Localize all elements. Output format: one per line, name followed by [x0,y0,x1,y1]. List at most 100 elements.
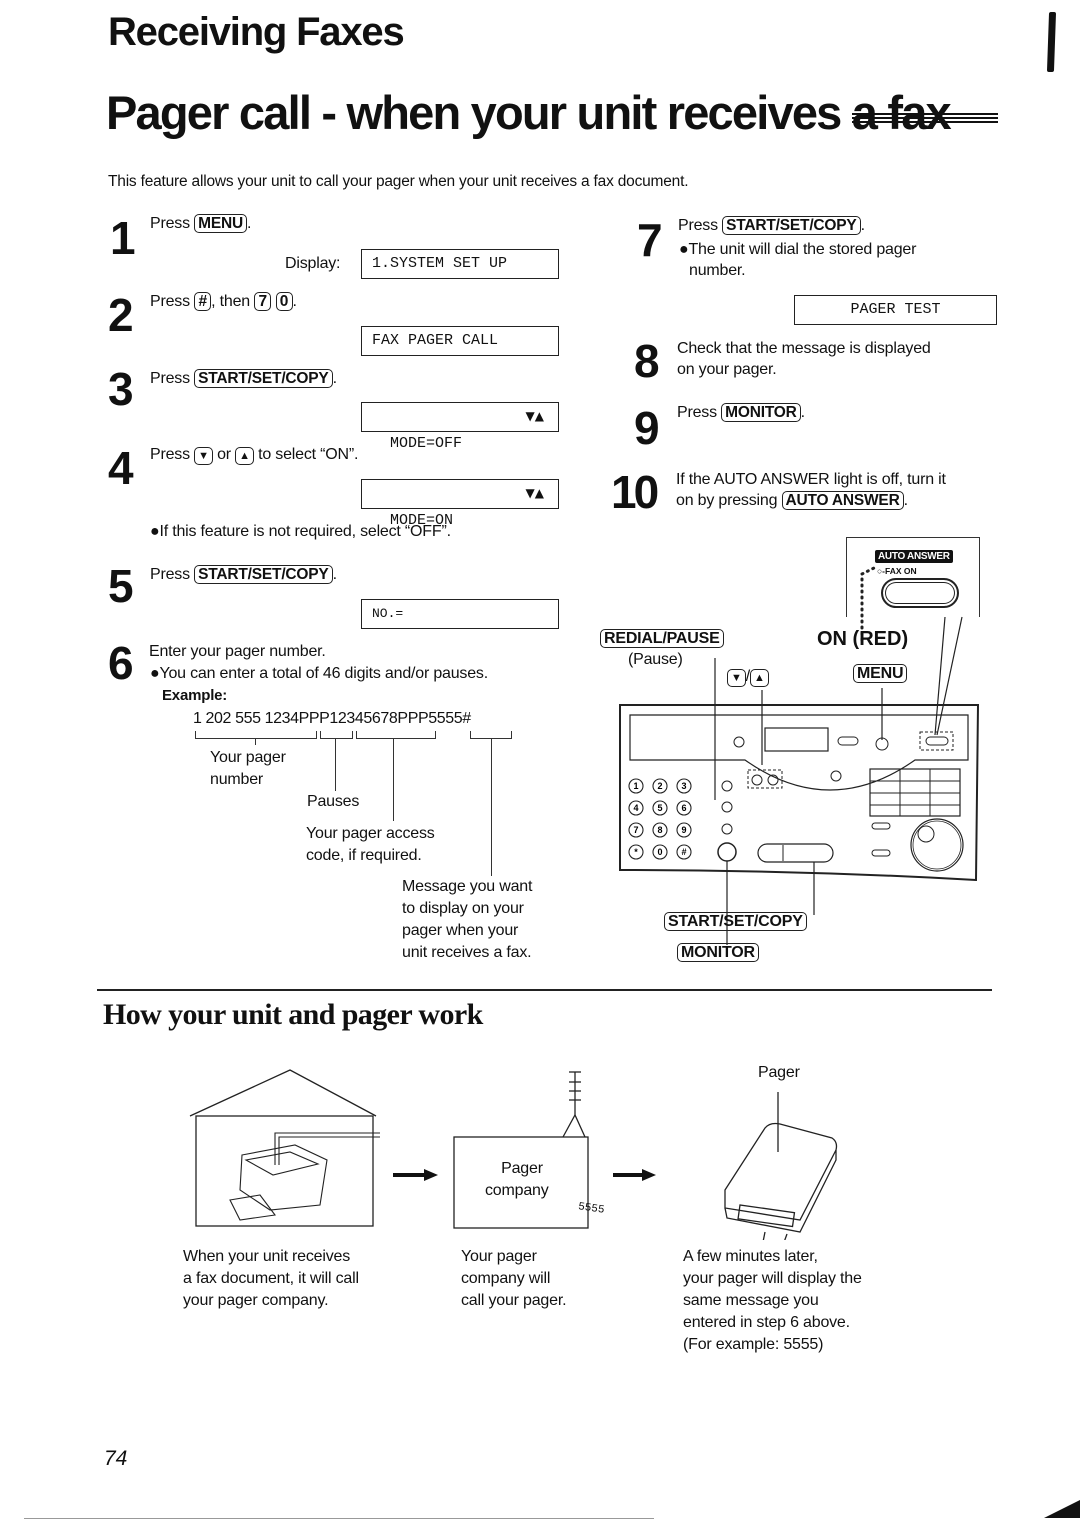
caption-line: your pager will display the [683,1270,862,1287]
caption-line: same message you [683,1292,819,1309]
step-number: 6 [108,637,134,689]
section-heading: Receiving Faxes [108,10,405,54]
step-8-line-2: on your pager. [677,361,777,378]
monitor-key: MONITOR [677,943,759,962]
step-7-text: Press START/SET/COPY. [678,215,865,236]
start-set-copy-key: START/SET/COPY [722,216,861,235]
key-0: 0 [275,292,293,311]
keypad-key-label: 0 [657,847,662,857]
start-set-copy-key: START/SET/COPY [664,912,807,931]
label-line: number [210,771,264,788]
lcd-display: MODE=ON ▼▲ [361,479,559,529]
keypad-key-label: 3 [681,781,686,791]
step-8-line-1: Check that the message is displayed [677,340,931,357]
punct: . [860,217,865,234]
fax-machine-icon [229,1132,380,1221]
label-pauses: Pauses [307,793,360,810]
step-3-text: Press START/SET/COPY. [150,368,337,389]
caption-line: company will [461,1270,551,1287]
punct: . [800,404,805,421]
keypad-key-label: 5 [657,803,662,813]
down-arrow-key: ▼ [194,447,213,465]
bracket-message [470,731,512,739]
label-line: company [485,1182,549,1199]
step-5-text: Press START/SET/COPY. [150,564,337,585]
step-number: 1 [110,212,136,264]
label-line: unit receives a fax. [402,944,532,961]
punct: . [332,566,337,583]
step-7-note-cont: number. [689,262,746,279]
house-icon [189,1069,377,1227]
keypad-key-label: # [681,847,686,857]
bracket-pager-number [195,731,317,739]
step-number: 7 [637,214,663,266]
keypad-key-label: 6 [681,803,686,813]
punct: . [292,293,297,310]
keypad-key-label: 9 [681,825,686,835]
step-text: to select “ON”. [258,446,359,463]
label-line: Message you want [402,878,533,895]
caption-line: entered in step 6 above. [683,1314,850,1331]
step-text: Press [150,446,190,463]
display-label: Display: [285,255,341,272]
step-text: on by pressing [676,492,778,509]
start-set-copy-key: START/SET/COPY [194,565,333,584]
hash-key: # [194,292,212,311]
caption-line: A few minutes later, [683,1248,818,1265]
bracket-access-code [356,731,436,739]
label-your-pager-number: Your pager number [210,747,286,791]
step-text: Press [677,404,717,421]
pager-icon [724,1092,838,1240]
subsection-title: How your unit and pager work [103,998,483,1031]
leader-line [393,739,395,821]
caption-line: a fax document, it will call [183,1270,359,1287]
antenna-icon [562,1071,586,1138]
how-it-works-diagram [189,1069,838,1240]
step-text: Press [150,215,190,232]
example-number: 1 202 555 1234PPP12345678PPP5555# [193,710,471,727]
keypad-key-label: 7 [633,825,638,835]
keypad: 1 2 3 4 5 6 7 8 9 * 0 # [628,778,692,860]
step-number: 3 [108,363,134,415]
lcd-text: MODE=OFF [390,435,463,452]
step-number: 2 [108,289,134,341]
pager-label: Pager [758,1064,800,1081]
section-divider [97,989,992,991]
intro-text: This feature allows your unit to call yo… [108,173,689,190]
step-4-note: ●If this feature is not required, select… [150,523,451,540]
keypad-key-label: 4 [633,803,638,813]
lcd-display: PAGER TEST [794,295,997,325]
up-down-arrows-icon: ▼▲ [525,486,544,500]
step-text: Press [150,293,190,310]
step-number: 10 [611,466,659,518]
label-line: pager when your [402,922,519,939]
leader-line [335,739,337,791]
lcd-display: MODE=OFF ▼▲ [361,402,559,452]
bracket-pauses [320,731,353,739]
keypad-key-label: * [634,847,638,857]
caption-line: When your unit receives [183,1248,351,1265]
key-7: 7 [254,292,272,311]
page-title: Pager call - when your unit receives a f… [106,86,952,139]
lcd-display: NO.= [361,599,559,629]
step-4-text: Press ▼ or ▲ to select “ON”. [150,444,358,465]
caption-line: your pager company. [183,1292,329,1309]
title-rule [852,113,998,123]
step-10-line-1: If the AUTO ANSWER light is off, turn it [676,471,946,488]
up-down-arrows-icon: ▼▲ [525,409,544,423]
menu-key: MENU [194,214,247,233]
step-text: or [217,446,231,463]
leader-line [491,739,493,876]
step-6-text: Enter your pager number. [149,643,326,660]
caption-pager-company: Your pager company will call your pager. [461,1246,567,1312]
step-10-text: on by pressing AUTO ANSWER. [676,490,908,511]
step-number: 9 [634,402,660,454]
auto-answer-key: AUTO ANSWER [781,491,904,510]
step-text: Press [150,566,190,583]
step-1-text: Press MENU. [150,213,251,234]
leader-line [255,739,257,745]
up-arrow-key: ▲ [235,447,254,465]
step-text: , then [211,293,250,310]
label-line: code, if required. [306,847,422,864]
step-9-text: Press MONITOR. [677,402,805,423]
